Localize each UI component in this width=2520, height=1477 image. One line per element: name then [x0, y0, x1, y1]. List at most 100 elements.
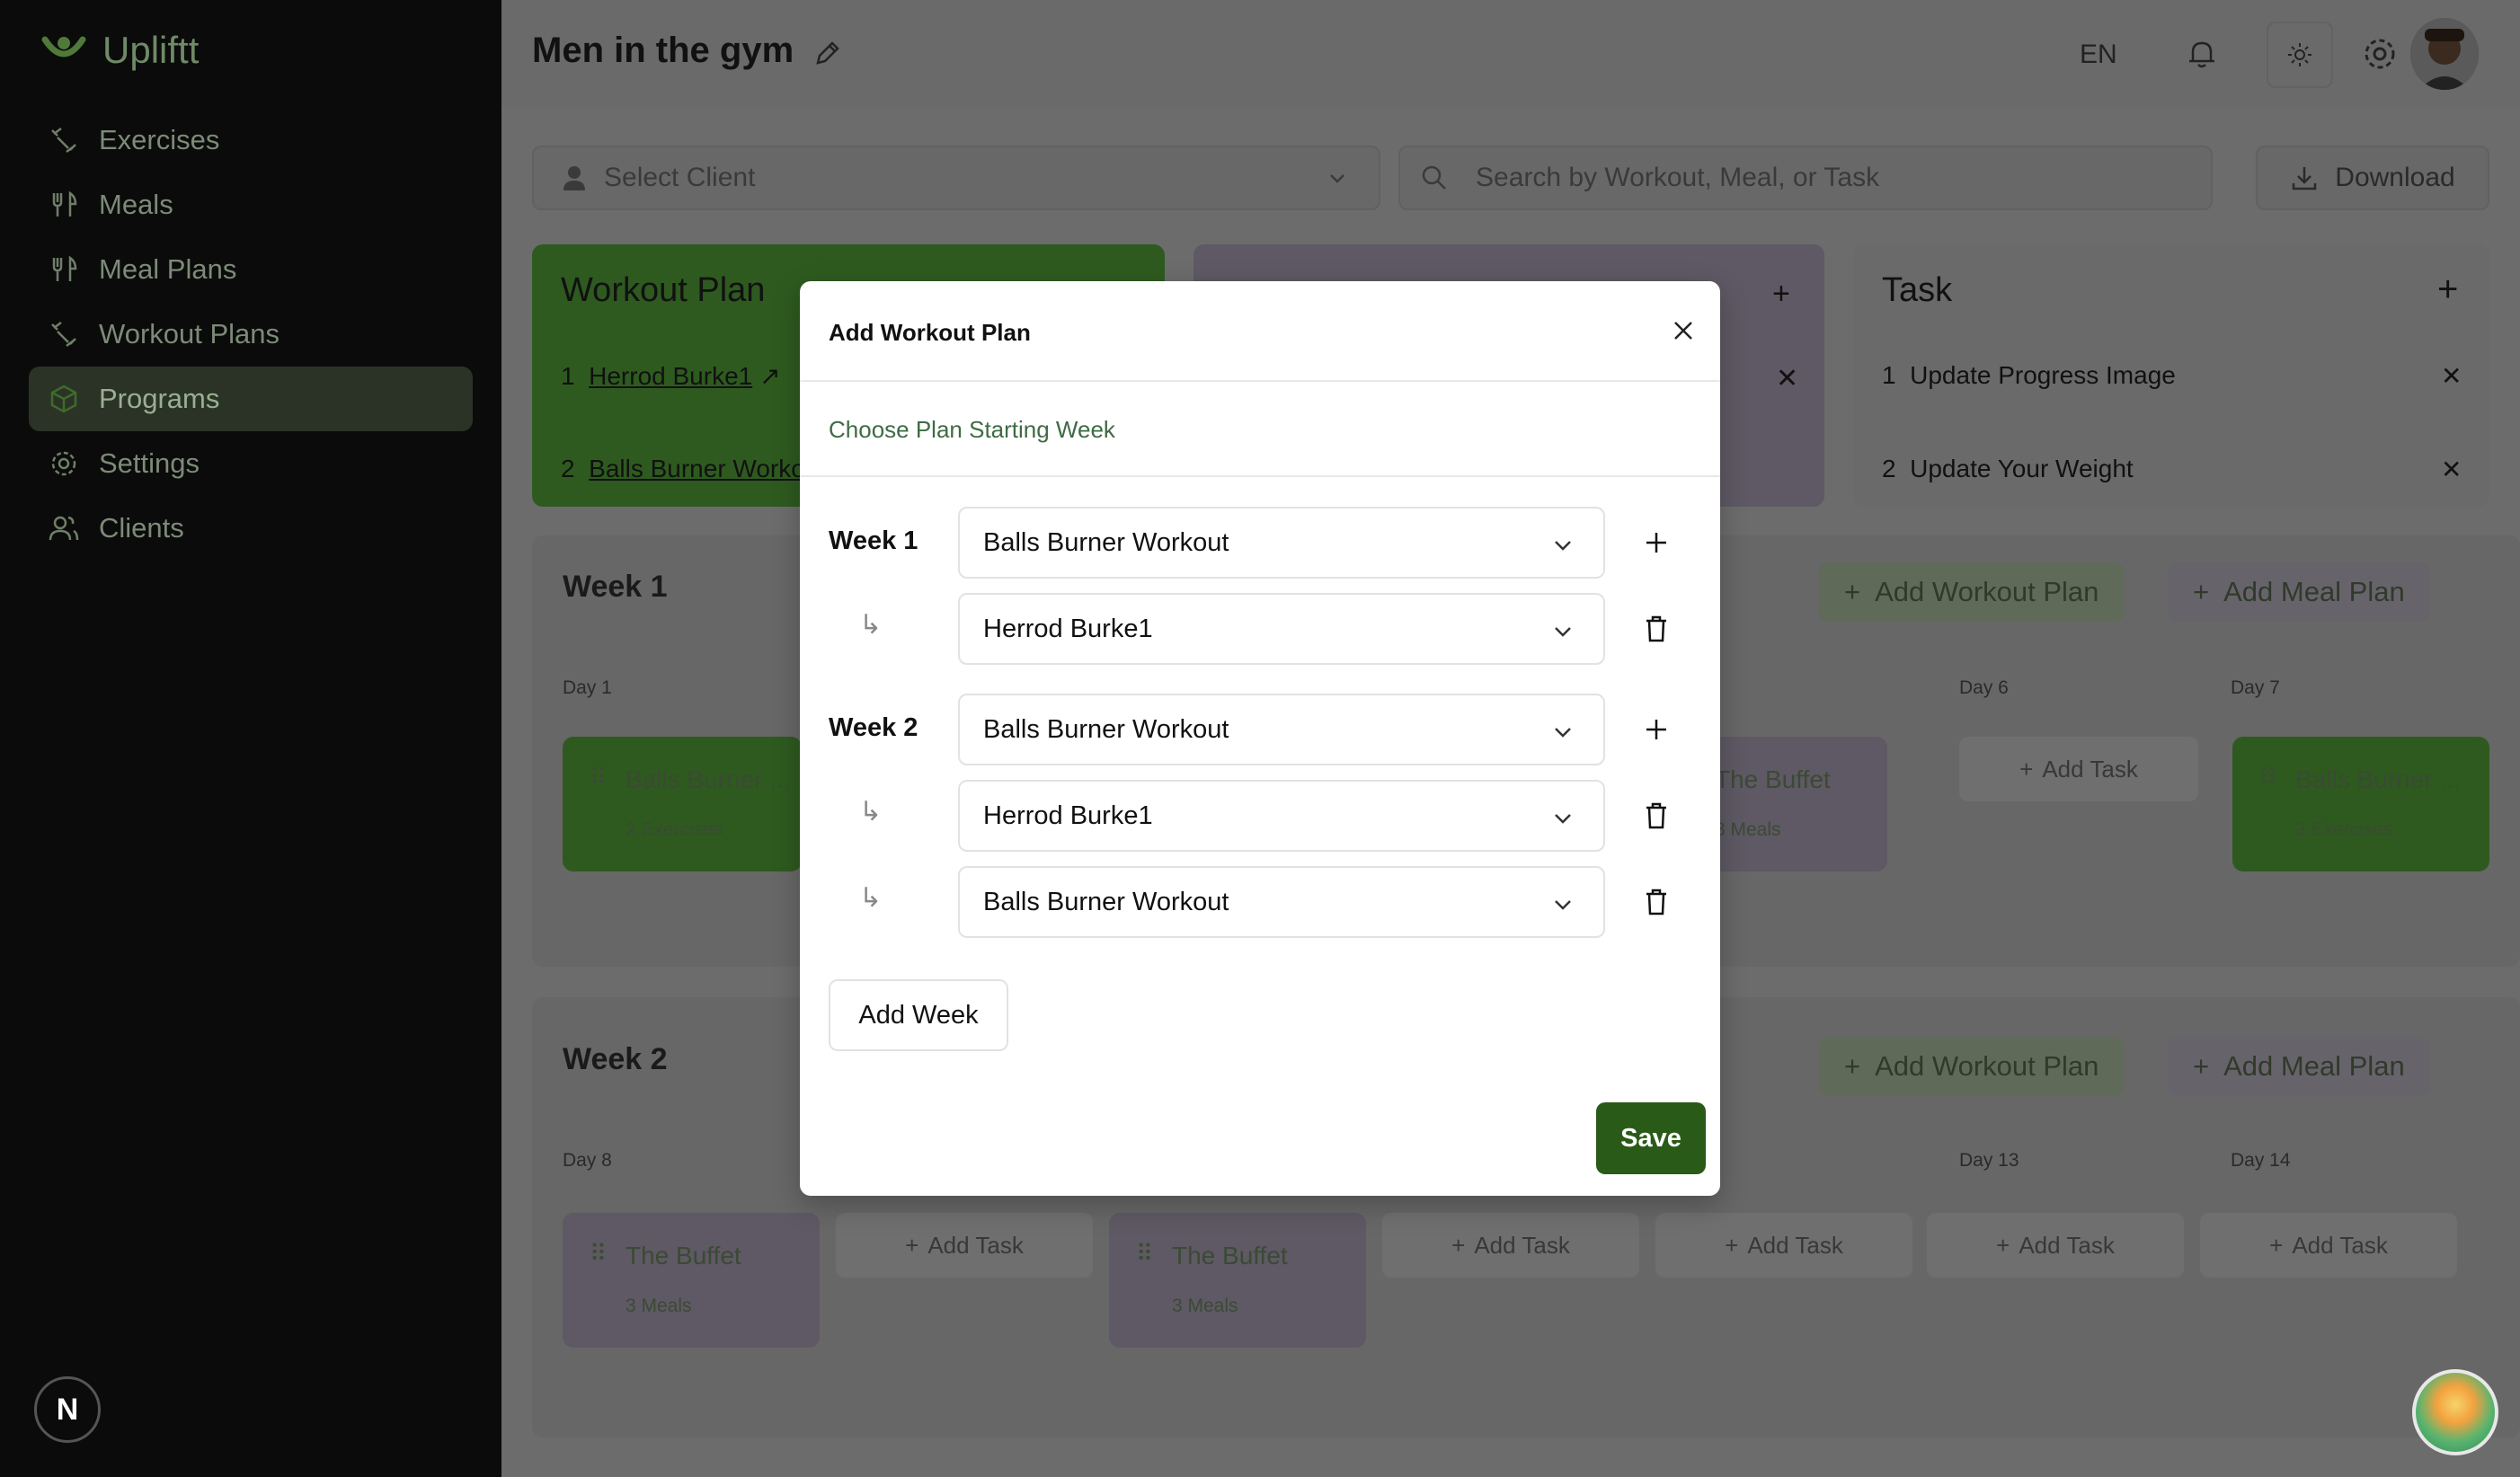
add-task-button[interactable]: + Add Task	[836, 1213, 1093, 1278]
app-name: Upliftt	[102, 29, 200, 71]
workout-plan-select[interactable]: Herrod Burke1	[958, 593, 1605, 665]
task-item: 2 Update Your Weight	[1882, 455, 2134, 482]
trash-icon	[1646, 889, 1666, 915]
workout-day-card[interactable]: ⠿ Balls Burner ... 3 Exercises	[2232, 737, 2489, 871]
sidebar-item-workout-plans[interactable]: Workout Plans	[29, 302, 473, 367]
search-field[interactable]: Search by Workout, Meal, or Task	[1398, 146, 2213, 210]
remove-task-icon[interactable]: ✕	[2441, 455, 2462, 484]
drag-handle-icon[interactable]: ⠿	[590, 1240, 607, 1268]
add-week-button[interactable]: Add Week	[829, 979, 1008, 1051]
delete-row-button[interactable]	[1636, 881, 1677, 923]
search-input[interactable]: Search by Workout, Meal, or Task	[1476, 163, 1879, 193]
add-task-icon[interactable]: +	[2437, 270, 2458, 310]
sidebar-item-label: Meal Plans	[99, 253, 237, 285]
select-client-label: Select Client	[604, 163, 756, 192]
add-row-button[interactable]	[1636, 709, 1677, 750]
settings-gear-icon[interactable]	[2353, 27, 2407, 81]
close-icon	[1674, 322, 1692, 340]
add-meal-plan-button[interactable]: + Add Meal Plan	[2168, 562, 2430, 622]
sidebar-item-meal-plans[interactable]: Meal Plans	[29, 237, 473, 302]
trash-icon	[1646, 615, 1666, 642]
search-icon	[1422, 165, 1446, 190]
week-title: Week 1	[563, 570, 668, 604]
pencil-icon[interactable]	[812, 38, 843, 68]
day-label: Day 14	[2231, 1150, 2291, 1171]
delete-row-button[interactable]	[1636, 608, 1677, 650]
select-client-dropdown[interactable]: Select Client	[532, 146, 1380, 210]
sub-row-arrow-icon: ↳	[859, 610, 883, 640]
box-icon	[50, 385, 77, 413]
sidebar-item-clients[interactable]: Clients	[29, 496, 473, 561]
sidebar-item-label: Programs	[99, 383, 220, 414]
workout-plan-title: Workout Plan	[561, 271, 766, 309]
avatar[interactable]	[2410, 18, 2479, 90]
week-label: Week 2	[829, 713, 918, 742]
workout-day-card[interactable]: ⠿ Balls Burner ... 2 Exercises	[563, 737, 802, 871]
theme-toggle[interactable]	[2267, 22, 2333, 88]
day-label: Day 1	[563, 677, 612, 698]
day-label: Day 7	[2231, 677, 2280, 698]
add-workout-plan-button[interactable]: + Add Workout Plan	[1819, 1037, 2125, 1096]
day-label: Day 13	[1959, 1150, 2019, 1171]
close-button[interactable]	[1663, 310, 1704, 351]
sidebar-item-settings[interactable]: Settings	[29, 431, 473, 496]
users-icon	[49, 516, 79, 541]
workout-plan-select[interactable]: Herrod Burke1	[958, 780, 1605, 852]
task-card: Task + 1 Update Progress Image ✕ 2 Updat…	[1853, 244, 2489, 507]
language-switch[interactable]: EN	[2080, 40, 2117, 70]
workout-plan-select[interactable]: Balls Burner Workout	[958, 866, 1605, 938]
add-task-button[interactable]: + Add Task	[1655, 1213, 1912, 1278]
meal-day-card[interactable]: ⠿ The Buffet 3 Meals	[563, 1213, 820, 1348]
add-task-button[interactable]: + Add Task	[1382, 1213, 1639, 1278]
download-button[interactable]: Download	[2256, 146, 2489, 210]
sidebar-item-meals[interactable]: Meals	[29, 172, 473, 237]
add-task-button[interactable]: + Add Task	[2200, 1213, 2457, 1278]
add-workout-plan-modal: Add Workout Plan Choose Plan Starting We…	[800, 281, 1720, 1196]
sun-icon	[2288, 43, 2311, 66]
workout-plan-item[interactable]: 1 Herrod Burke1 ↗	[561, 361, 780, 391]
delete-row-button[interactable]	[1636, 795, 1677, 836]
workout-plan-select[interactable]: Balls Burner Workout	[958, 694, 1605, 765]
meal-day-card[interactable]: ⠿ The Buffet 3 Meals	[1109, 1213, 1366, 1348]
dev-badge[interactable]: N	[34, 1376, 101, 1443]
sidebar-item-programs[interactable]: Programs	[29, 367, 473, 431]
add-workout-plan-button[interactable]: + Add Workout Plan	[1819, 562, 2125, 622]
workout-plan-select[interactable]: Balls Burner Workout	[958, 507, 1605, 579]
sidebar-item-label: Exercises	[99, 124, 220, 155]
sub-row-arrow-icon: ↳	[859, 883, 883, 913]
modal-subtitle-bar: Choose Plan Starting Week	[800, 382, 1720, 477]
chevron-down-icon	[1555, 900, 1571, 910]
add-meal-plan-button[interactable]: + Add Meal Plan	[2168, 1037, 2430, 1096]
add-task-button[interactable]: + Add Task	[1927, 1213, 2184, 1278]
chevron-down-icon	[1555, 627, 1571, 637]
assistant-fab[interactable]	[2412, 1369, 2498, 1455]
day-label: Day 8	[563, 1150, 612, 1171]
task-title: Task	[1882, 271, 1953, 309]
add-task-button[interactable]: + Add Task	[1959, 737, 2198, 801]
sidebar-nav: Exercises Meals Meal Plans Workout Plans…	[29, 108, 473, 561]
sidebar-item-label: Settings	[99, 447, 200, 479]
modal-header: Add Workout Plan	[800, 281, 1720, 382]
drag-handle-icon[interactable]: ⠿	[2259, 764, 2276, 792]
sidebar-item-label: Meals	[99, 189, 173, 220]
page-title: Men in the gym	[532, 31, 794, 70]
gear-icon	[51, 451, 76, 476]
logo-icon	[41, 36, 86, 57]
remove-meal-icon[interactable]: ✕	[1776, 363, 1798, 394]
plus-icon	[1646, 533, 1666, 553]
remove-task-icon[interactable]: ✕	[2441, 361, 2462, 391]
drag-handle-icon[interactable]: ⠿	[1136, 1240, 1153, 1268]
sidebar-item-exercises[interactable]: Exercises	[29, 108, 473, 172]
utensils-icon	[52, 255, 77, 281]
modal-title: Add Workout Plan	[829, 319, 1031, 346]
exercise-icon	[51, 128, 76, 153]
chevron-down-icon	[1555, 728, 1571, 738]
add-row-button[interactable]	[1636, 522, 1677, 563]
workout-plan-item[interactable]: 2 Balls Burner Worko	[561, 455, 805, 483]
add-meal-plan-icon[interactable]: +	[1772, 277, 1790, 312]
bell-icon[interactable]	[2175, 27, 2229, 81]
drag-handle-icon[interactable]: ⠿	[590, 764, 607, 792]
app-logo[interactable]: Upliftt	[41, 29, 199, 72]
sidebar-item-label: Clients	[99, 512, 184, 544]
save-button[interactable]: Save	[1596, 1102, 1706, 1174]
